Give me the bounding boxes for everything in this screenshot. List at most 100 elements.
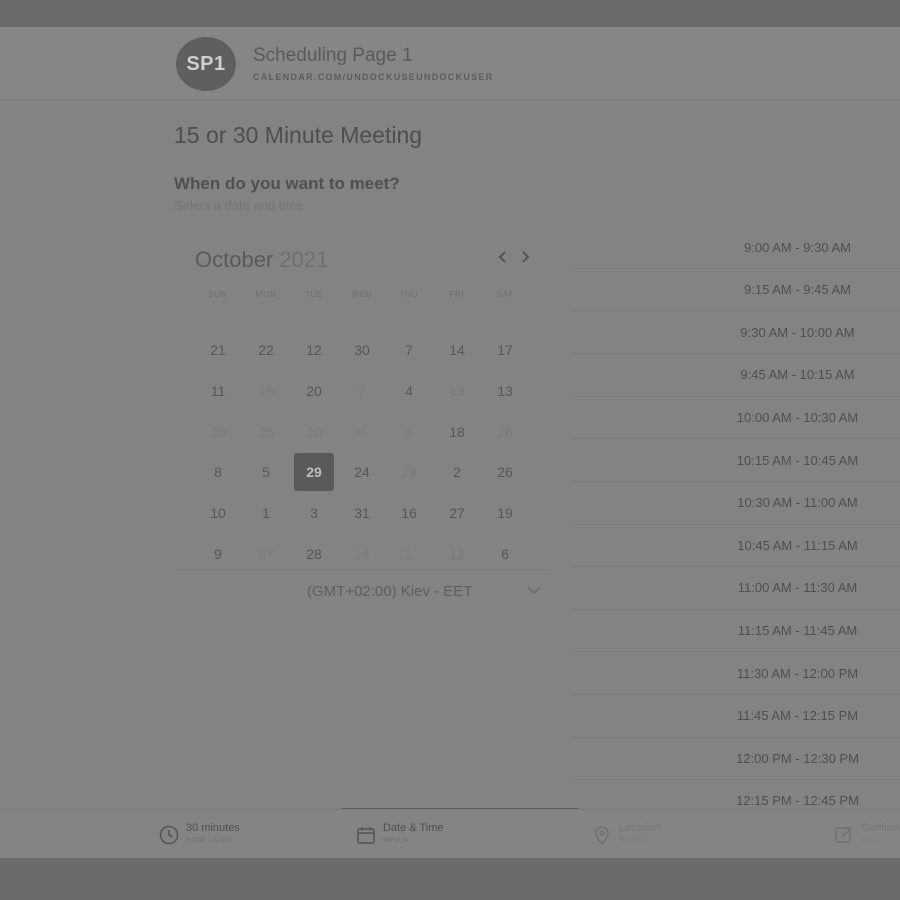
step-navigation: 30 minutes HOW LONG Date & Time WHEN Loc… xyxy=(0,809,900,858)
date-cell[interactable]: 14 xyxy=(437,331,477,369)
time-slot-label: 10:15 AM - 10:45 AM xyxy=(736,452,859,468)
date-cell[interactable]: 24 xyxy=(342,453,382,491)
time-slot[interactable]: 11:45 AM - 12:15 PM xyxy=(570,695,900,738)
weekday-label: FRI xyxy=(449,290,465,299)
time-slot-label: 12:15 PM - 12:45 PM xyxy=(736,793,859,807)
time-slot[interactable]: 11:15 AM - 11:45 AM xyxy=(570,609,900,653)
next-month-button[interactable] xyxy=(516,245,534,269)
selected-date-cell[interactable]: 29 xyxy=(294,453,334,491)
date-cell[interactable]: 21 xyxy=(198,331,238,369)
date-cell[interactable]: 31 xyxy=(342,494,382,532)
date-cell[interactable]: 26 xyxy=(485,453,525,491)
time-slot-label: 11:00 AM - 11:30 AM xyxy=(737,580,858,596)
time-slot[interactable]: 9:30 AM - 10:00 AM xyxy=(570,311,900,355)
time-slot-label: 9:30 AM - 10:00 AM xyxy=(740,324,855,340)
date-cell: 6 xyxy=(358,424,366,440)
scheduling-page-title: Scheduling Page 1 xyxy=(253,45,413,66)
step-date-time-sub: WHEN xyxy=(383,837,409,844)
date-cell[interactable]: 10 xyxy=(198,494,238,532)
date-cell[interactable]: 4 xyxy=(389,372,429,410)
when-hint: Select a date and time xyxy=(174,198,304,213)
date-cell: 14 xyxy=(354,546,370,562)
date-cell[interactable]: 2 xyxy=(437,453,477,491)
month-label: October xyxy=(195,247,274,272)
time-slot[interactable]: 9:45 AM - 10:15 AM xyxy=(570,354,900,397)
date-cell[interactable]: 22 xyxy=(246,331,286,369)
step-location-label: Location xyxy=(619,822,661,834)
time-slot-label: 10:00 AM - 10:30 AM xyxy=(736,409,859,425)
time-slot[interactable]: 10:00 AM - 10:30 AM xyxy=(570,396,900,440)
step-confirm-label: Confirm xyxy=(861,822,900,834)
date-cell[interactable]: 16 xyxy=(389,494,429,532)
time-slot[interactable]: 9:15 AM - 9:45 AM xyxy=(570,269,900,312)
weekday-label: TUE xyxy=(304,290,324,299)
date-cell[interactable]: 19 xyxy=(485,494,525,532)
weekday-label: WED xyxy=(351,290,373,299)
time-slot[interactable]: 10:45 AM - 11:15 AM xyxy=(570,524,900,568)
date-cell: 7 xyxy=(358,383,366,399)
date-cell: 23 xyxy=(210,424,226,440)
weekday-label: MON xyxy=(255,290,277,299)
step-duration-label: 30 minutes xyxy=(186,822,240,834)
chevron-left-icon xyxy=(498,251,506,263)
time-slot-label: 10:45 AM - 11:15 AM xyxy=(737,537,858,553)
weekday-label: SUN xyxy=(208,290,228,299)
chevron-down-icon[interactable] xyxy=(524,580,544,600)
date-cell[interactable]: 30 xyxy=(342,331,382,369)
date-cell: 18 xyxy=(258,383,274,399)
month-year-label: October 2021 xyxy=(195,247,328,273)
time-slot[interactable]: 9:00 AM - 9:30 AM xyxy=(570,226,900,269)
step-duration-sub: HOW LONG xyxy=(186,837,233,844)
date-cell: 13 xyxy=(449,383,465,399)
date-cell[interactable]: 13 xyxy=(485,372,525,410)
time-slot-label: 12:00 PM - 12:30 PM xyxy=(736,750,859,766)
time-slot[interactable]: 12:00 PM - 12:30 PM xyxy=(570,737,900,781)
time-slot[interactable]: 10:30 AM - 11:00 AM xyxy=(570,482,900,525)
time-slot-label: 11:15 AM - 11:45 AM xyxy=(737,622,858,638)
date-cell[interactable]: 5 xyxy=(246,453,286,491)
time-slot-list[interactable]: 9:00 AM - 9:30 AM 9:15 AM - 9:45 AM 9:30 A… xyxy=(570,223,900,807)
time-slot-label: 9:15 AM - 9:45 AM xyxy=(744,282,851,298)
location-pin-icon xyxy=(595,826,609,846)
date-cell[interactable]: 3 xyxy=(294,494,334,532)
time-slot[interactable]: 11:30 AM - 12:00 PM xyxy=(570,652,900,695)
time-slot-label: 9:00 AM - 9:30 AM xyxy=(744,239,851,255)
time-slot-label: 10:30 AM - 11:00 AM xyxy=(737,495,858,511)
time-slot[interactable]: 12:15 PM - 12:45 PM xyxy=(570,780,900,807)
step-location-sub: WHERE xyxy=(619,837,651,844)
date-cell[interactable]: 20 xyxy=(294,372,334,410)
page-header: SP1 Scheduling Page 1 CALENDAR.COM/UNDOC… xyxy=(0,27,900,100)
edit-icon xyxy=(835,826,853,843)
date-cell: 20 xyxy=(306,424,322,440)
date-cell[interactable]: 17 xyxy=(485,331,525,369)
date-cell[interactable]: 28 xyxy=(294,535,334,573)
date-cell[interactable]: 1 xyxy=(246,494,286,532)
avatar: SP1 xyxy=(176,37,236,91)
time-slot[interactable]: 11:00 AM - 11:30 AM xyxy=(570,567,900,610)
date-cell: 12 xyxy=(449,546,465,562)
date-cell[interactable]: 8 xyxy=(198,453,238,491)
date-cell[interactable]: 9 xyxy=(198,535,238,573)
timezone-select[interactable]: (GMT+02:00) Kiev - EET xyxy=(307,583,472,600)
date-cell[interactable]: 6 xyxy=(485,535,525,573)
time-slot[interactable]: 10:15 AM - 10:45 AM xyxy=(570,439,900,482)
time-slot-label: 11:45 AM - 12:15 PM xyxy=(736,708,859,724)
scheduling-page: SP1 Scheduling Page 1 CALENDAR.COM/UNDOC… xyxy=(0,27,900,858)
date-cell[interactable]: 11 xyxy=(198,372,238,410)
clock-icon xyxy=(159,825,179,845)
date-cell: 4 xyxy=(405,424,413,440)
time-slot-label: 9:45 AM - 10:15 AM xyxy=(740,367,855,383)
weekday-label: SAT xyxy=(496,290,514,299)
date-cell: 29 xyxy=(401,464,417,480)
scheduling-page-url[interactable]: CALENDAR.COM/UNDOCKUSEUNDOCKUSER xyxy=(253,72,494,82)
date-cell[interactable]: 12 xyxy=(294,331,334,369)
date-cell: 27 xyxy=(258,546,274,562)
date-cell[interactable]: 27 xyxy=(437,494,477,532)
date-cell: 25 xyxy=(258,424,274,440)
date-cell[interactable]: 18 xyxy=(437,413,477,451)
step-date-time-label: Date & Time xyxy=(383,822,444,834)
previous-month-button[interactable] xyxy=(494,245,512,269)
year-label: 2021 xyxy=(279,247,329,272)
date-cell[interactable]: 7 xyxy=(389,331,429,369)
time-slot-label: 11:30 AM - 12:00 PM xyxy=(736,665,859,681)
